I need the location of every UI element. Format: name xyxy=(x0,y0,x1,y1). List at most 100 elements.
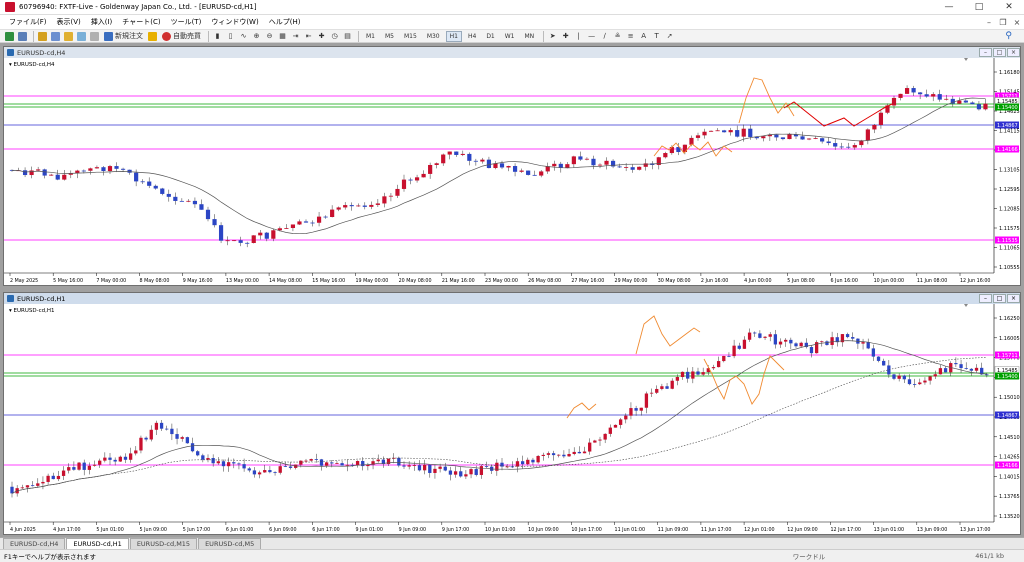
candle xyxy=(114,166,119,169)
chart-window-h1[interactable]: EURUSD-cd,H1 – □ × ▾ EURUSD-cd,H1 1.16250… xyxy=(3,292,1021,535)
cursor-icon[interactable]: ➤ xyxy=(547,31,558,42)
channel-icon[interactable]: ≗ xyxy=(612,31,623,42)
candle xyxy=(343,205,348,208)
horizontal-line-icon[interactable]: — xyxy=(586,31,597,42)
window-minimize-icon[interactable]: – xyxy=(979,294,992,303)
tester-icon[interactable] xyxy=(89,31,100,42)
tab-eurusd-m5[interactable]: EURUSD-cd,M5 xyxy=(198,538,262,549)
auto-trade-button[interactable]: 自動売買 xyxy=(160,31,203,42)
candle xyxy=(845,334,850,338)
price-tag-label: 1.15711 xyxy=(997,353,1018,359)
timeframe-mn[interactable]: MN xyxy=(521,31,539,42)
candle xyxy=(539,171,544,176)
tile-windows-icon[interactable]: ▦ xyxy=(277,31,288,42)
price-tick-label: 1.16250 xyxy=(999,316,1020,322)
market-watch-icon[interactable] xyxy=(37,31,48,42)
chart-h4-canvas[interactable]: ▾ EURUSD-cd,H41.161801.151451.146251.141… xyxy=(4,58,1020,285)
menu-window[interactable]: ウィンドウ(W) xyxy=(206,17,263,27)
candle xyxy=(800,136,805,140)
bar-chart-icon[interactable]: ▮ xyxy=(212,31,223,42)
candle xyxy=(519,170,524,172)
candle xyxy=(25,485,30,488)
templates-icon[interactable]: ▤ xyxy=(342,31,353,42)
new-order-button[interactable]: 新規注文 xyxy=(102,31,145,42)
periods-icon[interactable]: ◷ xyxy=(329,31,340,42)
candle xyxy=(186,200,191,202)
window-close-icon[interactable]: × xyxy=(1007,294,1020,303)
label-icon[interactable]: T xyxy=(651,31,662,42)
metaeditor-icon[interactable] xyxy=(147,31,158,42)
zoom-out-icon[interactable]: ⊖ xyxy=(264,31,275,42)
menu-tools[interactable]: ツール(T) xyxy=(166,17,207,27)
mdi-close-icon[interactable]: × xyxy=(1010,18,1024,27)
time-tick-label: 8 May 08:00 xyxy=(140,278,170,284)
chart-h1-canvas[interactable]: ▾ EURUSD-cd,H11.162501.160051.157701.155… xyxy=(4,304,1020,534)
navigator-icon[interactable] xyxy=(63,31,74,42)
time-tick-label: 20 May 08:00 xyxy=(399,278,432,284)
candle xyxy=(345,464,349,466)
status-connection: 461/1 kb xyxy=(975,552,1004,560)
candle xyxy=(166,193,171,197)
chart-window-h4[interactable]: EURUSD-cd,H4 – □ × ▾ EURUSD-cd,H4 1.16180… xyxy=(3,46,1021,286)
tab-eurusd-m15[interactable]: EURUSD-cd,M15 xyxy=(129,538,198,549)
search-icon[interactable]: ⚲ xyxy=(1005,31,1012,41)
window-minimize-icon[interactable]: – xyxy=(979,48,992,57)
candle xyxy=(94,167,100,169)
arrows-icon[interactable]: ➚ xyxy=(664,31,675,42)
menu-insert[interactable]: 挿入(I) xyxy=(86,17,118,27)
timeframe-h1[interactable]: H1 xyxy=(445,30,462,42)
mdi-restore-icon[interactable]: ❐ xyxy=(996,18,1010,27)
candle xyxy=(211,458,215,464)
menu-file[interactable]: ファイル(F) xyxy=(4,17,52,27)
timeframe-m15[interactable]: M15 xyxy=(400,31,421,42)
menu-help[interactable]: ヘルプ(H) xyxy=(264,17,306,27)
timeframe-d1[interactable]: D1 xyxy=(482,31,498,42)
timeframe-h4[interactable]: H4 xyxy=(464,31,480,42)
timeframe-w1[interactable]: W1 xyxy=(501,31,519,42)
fibonacci-icon[interactable]: ≡ xyxy=(625,31,636,42)
window-close-icon[interactable]: × xyxy=(1007,48,1020,57)
candle-chart-icon[interactable]: ▯ xyxy=(225,31,236,42)
timeframe-m1[interactable]: M1 xyxy=(362,31,379,42)
menu-view[interactable]: 表示(V) xyxy=(52,17,86,27)
menu-chart[interactable]: チャート(C) xyxy=(117,17,165,27)
candle xyxy=(675,377,680,381)
price-tick-label: 1.16180 xyxy=(999,70,1020,76)
tab-eurusd-h1[interactable]: EURUSD-cd,H1 xyxy=(66,538,129,549)
close-icon[interactable]: ✕ xyxy=(994,0,1024,15)
candle xyxy=(898,93,903,98)
candle xyxy=(428,464,432,473)
auto-scroll-icon[interactable]: ⇥ xyxy=(290,31,301,42)
candle xyxy=(660,386,664,389)
candle xyxy=(140,181,145,183)
chart-icon xyxy=(7,295,14,302)
mdi-minimize-icon[interactable]: – xyxy=(982,18,996,27)
terminal-icon[interactable] xyxy=(76,31,87,42)
indicators-icon[interactable]: ✚ xyxy=(316,31,327,42)
data-window-icon[interactable] xyxy=(50,31,61,42)
time-tick-label: 30 May 08:00 xyxy=(658,278,691,284)
new-chart-icon[interactable] xyxy=(4,31,15,42)
minimize-icon[interactable]: — xyxy=(934,0,964,15)
maximize-icon[interactable]: □ xyxy=(964,0,994,15)
crosshair-icon[interactable]: ✚ xyxy=(560,31,571,42)
timeframe-m30[interactable]: M30 xyxy=(423,31,444,42)
tab-eurusd-h4[interactable]: EURUSD-cd,H4 xyxy=(3,538,66,549)
candle xyxy=(526,459,530,465)
profiles-icon[interactable] xyxy=(17,31,28,42)
candle xyxy=(778,341,783,345)
candle xyxy=(711,367,716,369)
zoom-in-icon[interactable]: ⊕ xyxy=(251,31,262,42)
timeframe-m5[interactable]: M5 xyxy=(381,31,398,42)
text-icon[interactable]: A xyxy=(638,31,649,42)
window-maximize-icon[interactable]: □ xyxy=(993,48,1006,57)
candle xyxy=(918,382,922,385)
trendline-icon[interactable]: ∕ xyxy=(599,31,610,42)
candle xyxy=(134,450,138,454)
vertical-line-icon[interactable]: | xyxy=(573,31,584,42)
candle xyxy=(304,460,308,462)
chart-shift-icon[interactable]: ⇤ xyxy=(303,31,314,42)
window-maximize-icon[interactable]: □ xyxy=(993,294,1006,303)
line-chart-icon[interactable]: ∿ xyxy=(238,31,249,42)
candle xyxy=(278,466,282,473)
